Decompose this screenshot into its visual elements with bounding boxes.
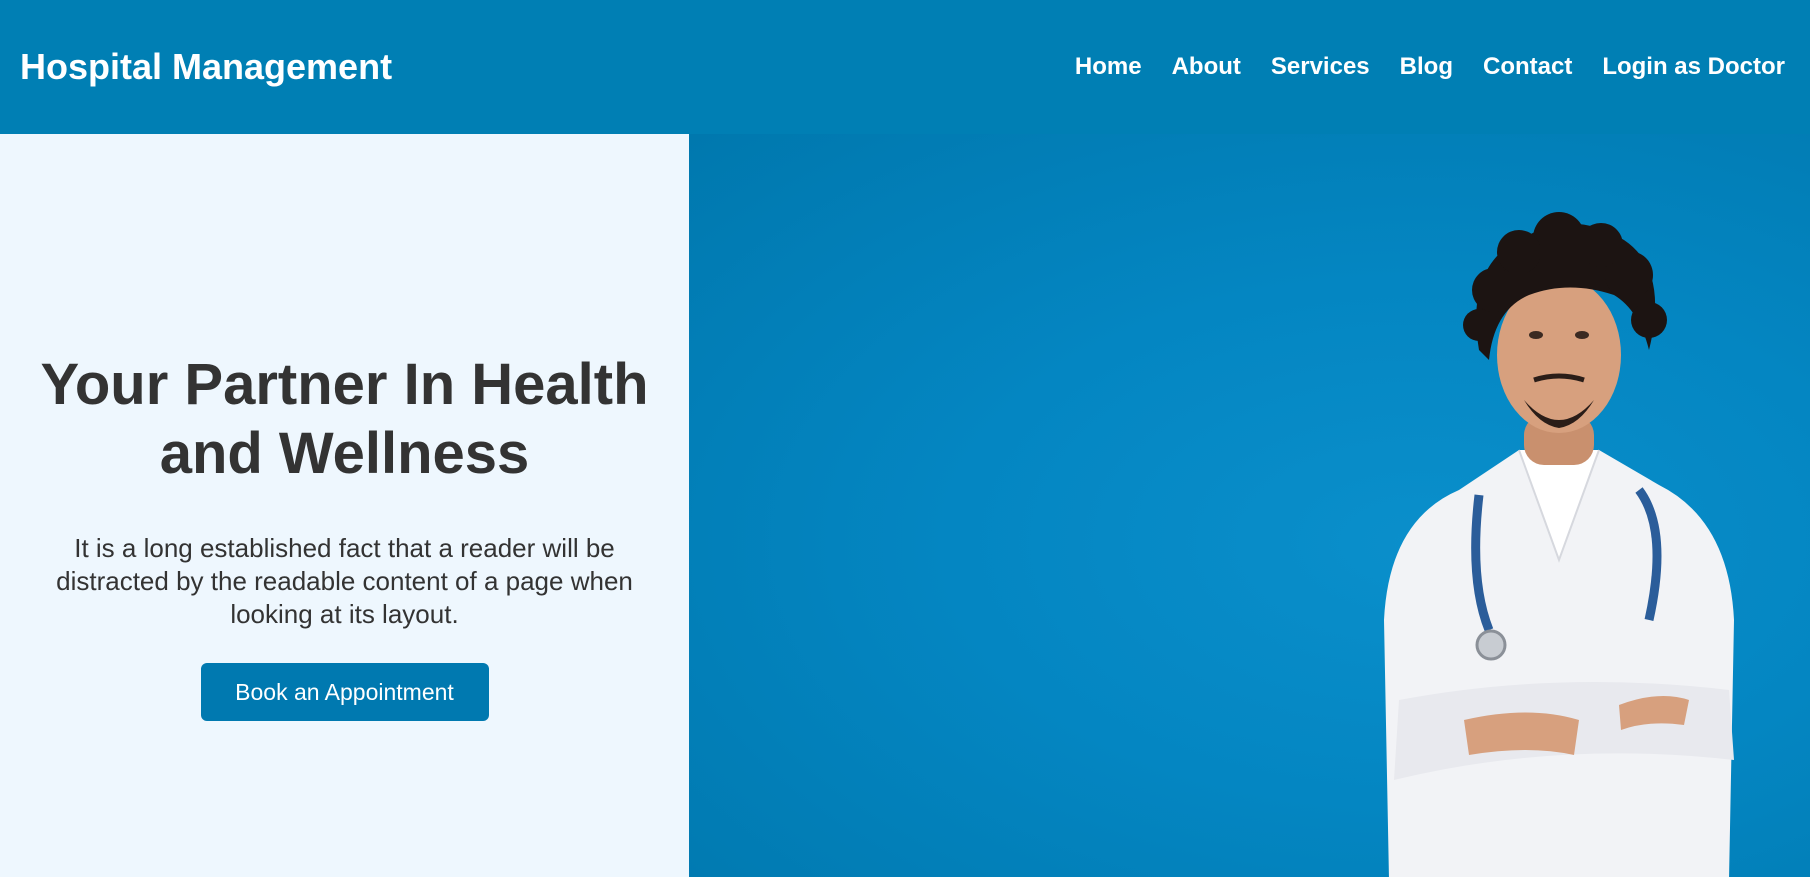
hero-title-line-2: and Wellness: [159, 421, 530, 486]
nav-link-blog[interactable]: Blog: [1400, 53, 1453, 81]
nav-link-services[interactable]: Services: [1271, 53, 1370, 81]
hero-image-panel: [689, 134, 1810, 877]
nav-link-home[interactable]: Home: [1075, 53, 1142, 81]
hero-title: Your Partner In Health and Wellness: [40, 350, 648, 488]
hero-text-panel: Your Partner In Health and Wellness It i…: [0, 134, 689, 877]
main-nav: Home About Services Blog Contact Login a…: [1075, 53, 1785, 81]
top-navbar: Hospital Management Home About Services …: [0, 0, 1810, 134]
hero-title-line-1: Your Partner In Health: [40, 352, 649, 417]
nav-link-login-doctor[interactable]: Login as Doctor: [1602, 53, 1785, 81]
doctor-photo: [1384, 212, 1734, 877]
hero-description: It is a long established fact that a rea…: [56, 533, 633, 629]
nav-link-about[interactable]: About: [1172, 53, 1241, 81]
nav-link-contact[interactable]: Contact: [1483, 53, 1572, 81]
book-appointment-button[interactable]: Book an Appointment: [200, 663, 489, 721]
site-brand[interactable]: Hospital Management: [20, 46, 392, 88]
